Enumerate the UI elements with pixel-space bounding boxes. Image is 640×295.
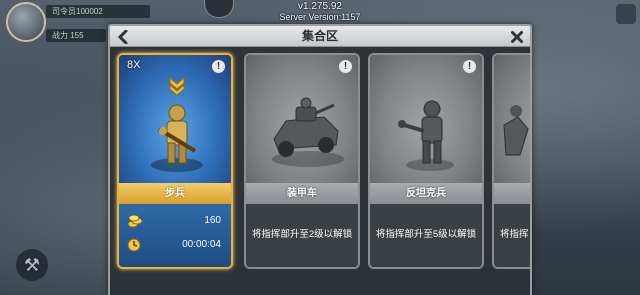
close-button[interactable] xyxy=(506,26,528,47)
clock-icon xyxy=(127,238,141,252)
unit-name: 装甲车 xyxy=(246,183,358,204)
server-version: Server Version:1157 xyxy=(279,12,361,22)
info-icon[interactable]: ! xyxy=(212,60,225,73)
unit-card-list[interactable]: 8X ! 步兵 160 00:00:04 ! 装甲车 将指挥部升至2级以解锁 !… xyxy=(110,48,530,295)
infantry-soldier-image xyxy=(151,104,203,172)
unit-name: 反坦克兵 xyxy=(370,183,482,204)
player-power-bar: 战力 155 xyxy=(46,29,106,42)
info-icon[interactable]: ! xyxy=(339,60,352,73)
info-icon[interactable]: ! xyxy=(463,60,476,73)
unit-stats: 160 00:00:04 xyxy=(119,204,231,267)
unit-lock-info: 将指挥 xyxy=(494,204,530,267)
time-value: 00:00:04 xyxy=(182,239,221,250)
unit-art: 8X ! xyxy=(119,55,231,183)
menu-icon[interactable] xyxy=(616,4,636,24)
unit-art: ! xyxy=(246,55,358,183)
unit-card-armored-car[interactable]: ! 装甲车 将指挥部升至2级以解锁 xyxy=(244,53,360,269)
unit-art: ! xyxy=(370,55,482,183)
panel-title: 集合区 xyxy=(301,29,338,43)
settings-wrench-icon[interactable]: ⚒ xyxy=(16,249,48,281)
unit-art xyxy=(494,55,530,183)
unit-card-infantry[interactable]: 8X ! 步兵 160 00:00:04 xyxy=(117,53,233,269)
unit-count: 8X xyxy=(127,59,141,71)
unit-lock-info: 将指挥部升至2级以解锁 xyxy=(246,204,358,267)
unit-silhouette-image xyxy=(503,105,529,156)
unit-lock-info: 将指挥部升至5级以解锁 xyxy=(370,204,482,267)
unlock-requirement: 将指挥部升至5级以解锁 xyxy=(375,229,477,240)
armored-car-image xyxy=(272,97,344,167)
close-icon xyxy=(511,31,523,43)
unit-card-partial[interactable]: 将指挥 xyxy=(492,53,530,269)
unlock-requirement: 将指挥部升至2级以解锁 xyxy=(251,229,353,240)
unit-name: 步兵 xyxy=(119,183,231,204)
time-row: 00:00:04 xyxy=(127,236,221,254)
client-version: v1.275.92 xyxy=(298,1,342,12)
gold-coins-icon xyxy=(127,214,143,228)
unit-card-anti-tank[interactable]: ! 反坦克兵 将指挥部升至5级以解锁 xyxy=(368,53,484,269)
unlock-requirement: 将指挥 xyxy=(500,229,529,240)
rally-point-panel: 集合区 8X ! 步兵 160 00:00:04 ! 装甲车 将指挥部升至2级以… xyxy=(108,24,532,295)
anti-tank-soldier-image xyxy=(398,100,454,171)
unit-name xyxy=(494,183,530,204)
cost-value: 160 xyxy=(204,215,221,226)
cost-row: 160 xyxy=(127,212,221,230)
panel-header: 集合区 xyxy=(110,26,530,47)
